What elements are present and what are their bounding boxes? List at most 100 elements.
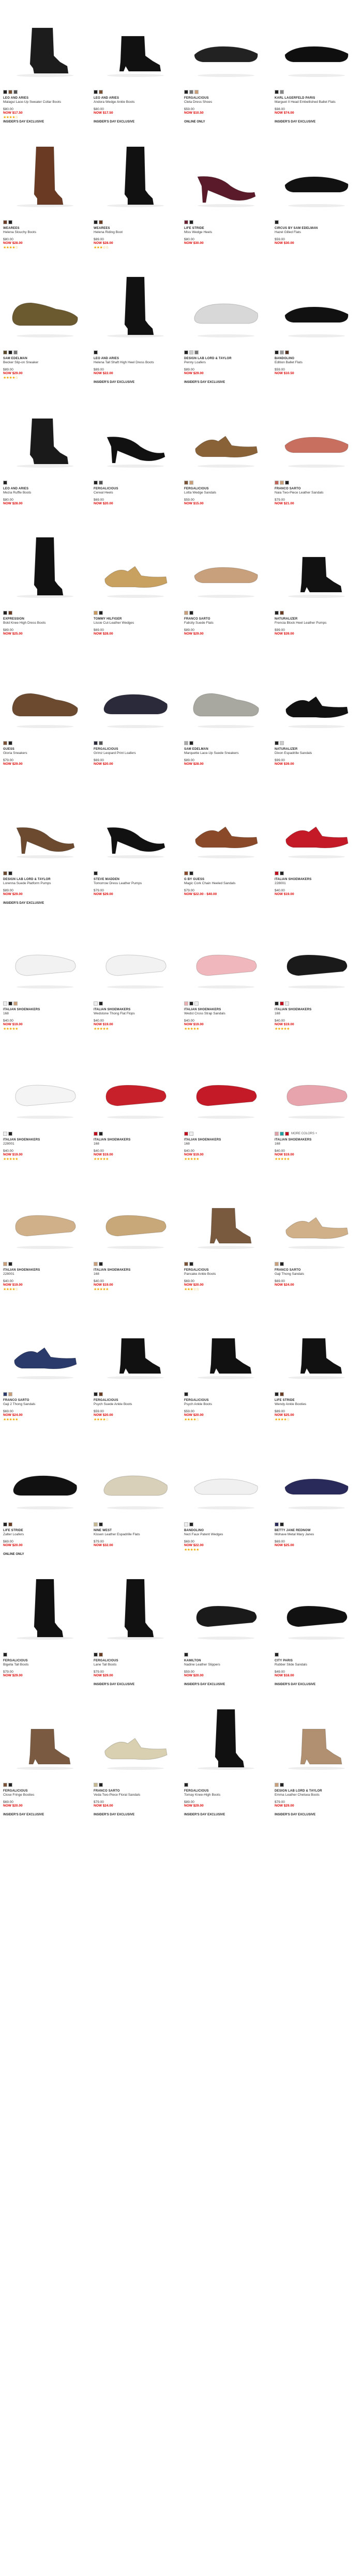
product-image[interactable] <box>3 134 87 218</box>
product-brand[interactable]: ITALIAN SHOEMAKERS <box>94 1269 178 1272</box>
color-swatch[interactable] <box>280 90 284 94</box>
product-card[interactable]: G BY GUESS Magic Cork Chain Heeled Sandal… <box>181 783 272 914</box>
product-card[interactable]: TOMMY HILFIGER Lissie Cut-Leather Wedges $… <box>90 523 181 653</box>
product-image[interactable] <box>3 916 87 999</box>
color-swatch[interactable] <box>99 1132 103 1136</box>
product-brand[interactable]: ITALIAN SHOEMAKERS <box>275 878 359 881</box>
color-swatch[interactable] <box>8 1522 12 1526</box>
product-name[interactable]: Hazel Gilled Flats <box>275 230 359 235</box>
product-card[interactable]: SAM EDELMAN Marquette Lace-Up Suede Sneak… <box>181 653 272 783</box>
product-image[interactable] <box>94 1567 177 1651</box>
product-brand[interactable]: LIFE STRIDE <box>184 227 268 230</box>
product-card[interactable]: LIFE STRIDE Wendy Ankle Booties $89.00 NOW … <box>272 1304 362 1434</box>
color-swatch[interactable] <box>94 1522 98 1526</box>
color-swatch[interactable] <box>275 741 279 745</box>
product-image[interactable] <box>94 4 177 88</box>
color-swatch[interactable] <box>94 1653 98 1657</box>
product-brand[interactable]: FRANCO SARTO <box>275 1269 359 1272</box>
product-name[interactable]: Tomay Knee-High Boots <box>184 1793 268 1797</box>
product-card[interactable]: BANDOLINO Edition Ballet Flats $59.00 NOW $… <box>272 263 362 393</box>
product-image[interactable] <box>3 1046 87 1130</box>
product-card[interactable]: FERGALICIOUS Psych Ankle Boots $59.00 NOW $… <box>181 1304 272 1434</box>
product-card[interactable]: NATURALIZER Dixon Espadrille Sandals $99.0… <box>272 653 362 783</box>
product-name[interactable]: 168 <box>275 1142 359 1146</box>
color-swatch[interactable] <box>275 1392 279 1396</box>
product-image[interactable] <box>275 395 358 479</box>
product-brand[interactable]: LEO AND ARIES <box>3 487 87 490</box>
color-swatch[interactable] <box>94 90 98 94</box>
color-swatch[interactable] <box>280 481 284 485</box>
color-swatch[interactable] <box>99 1522 103 1526</box>
product-name[interactable]: Marguet II Head Embellished Ballet Flats <box>275 100 359 104</box>
product-name[interactable]: Lissie Cut-Leather Wedges <box>94 621 178 625</box>
product-card[interactable]: LEO AND ARIES Helena Tall Shaft High Heel… <box>90 263 181 393</box>
color-swatch[interactable] <box>184 741 188 745</box>
product-image[interactable] <box>3 785 87 869</box>
color-swatch[interactable] <box>189 350 193 354</box>
color-swatch[interactable] <box>189 481 193 485</box>
product-card[interactable]: ITALIAN SHOEMAKERS 168 $40.00 NOW $19.00 ★★★… <box>181 1044 272 1174</box>
color-swatch[interactable] <box>194 1001 199 1006</box>
product-card[interactable]: ITALIAN SHOEMAKERS 228001 $40.00 NOW $19.00 <box>272 783 362 914</box>
product-name[interactable]: 168 <box>94 1272 178 1276</box>
color-swatch[interactable] <box>280 1522 284 1526</box>
product-card[interactable]: GUESS Gloria Sneakers $79.00 NOW $29.00 <box>0 653 90 783</box>
product-brand[interactable]: LIFE STRIDE <box>275 1399 359 1402</box>
product-image[interactable] <box>94 1437 177 1520</box>
color-swatch[interactable] <box>189 1001 193 1006</box>
color-swatch[interactable] <box>3 481 7 485</box>
product-brand[interactable]: ITALIAN SHOEMAKERS <box>3 1008 87 1011</box>
color-swatch[interactable] <box>99 481 103 485</box>
color-swatch[interactable] <box>8 220 12 224</box>
color-swatch[interactable] <box>3 1522 7 1526</box>
product-image[interactable] <box>94 134 177 218</box>
color-swatch[interactable] <box>285 350 289 354</box>
product-card[interactable]: BANDOLINO Nezi Faux Patent Wedges $69.00 NO… <box>181 1434 272 1565</box>
product-name[interactable]: Gaji 2 Thong Sandals <box>3 1402 87 1407</box>
product-brand[interactable]: KARL LAGERFELD PARIS <box>275 97 359 100</box>
color-swatch[interactable] <box>280 1001 284 1006</box>
product-name[interactable]: 168 <box>94 1142 178 1146</box>
product-name[interactable]: Helena Riding Boot <box>94 230 178 235</box>
color-swatch[interactable] <box>3 871 7 875</box>
product-image[interactable] <box>94 265 177 348</box>
product-image[interactable] <box>184 1046 268 1130</box>
product-name[interactable]: Andora Wedge Ankle Boots <box>94 100 178 104</box>
product-card[interactable]: ITALIAN SHOEMAKERS 228001 $40.00 NOW $19.00… <box>0 1044 90 1174</box>
color-swatch[interactable] <box>8 741 12 745</box>
color-swatch[interactable] <box>189 741 193 745</box>
product-name[interactable]: Close Fringe Booties <box>3 1793 87 1797</box>
product-card[interactable]: ITALIAN SHOEMAKERS Wedst Cross Strap Sand… <box>181 914 272 1044</box>
product-brand[interactable]: FERGALICIOUS <box>94 1659 178 1662</box>
product-brand[interactable]: TOMMY HILFIGER <box>94 618 178 621</box>
product-name[interactable]: Psych Ankle Boots <box>184 1402 268 1407</box>
product-brand[interactable]: ITALIAN SHOEMAKERS <box>184 1138 268 1142</box>
product-card[interactable]: FERGALICIOUS Lotta Wedge Sandals $59.00 NOW… <box>181 393 272 523</box>
product-brand[interactable]: FERGALICIOUS <box>184 1269 268 1272</box>
color-swatch[interactable] <box>184 871 188 875</box>
color-swatch[interactable] <box>275 1783 279 1787</box>
color-swatch[interactable] <box>189 1522 193 1526</box>
color-swatch[interactable] <box>8 1001 12 1006</box>
product-image[interactable] <box>275 4 358 88</box>
product-brand[interactable]: EXPRESSION <box>3 618 87 621</box>
color-swatch[interactable] <box>3 1001 7 1006</box>
color-swatch[interactable] <box>275 1653 279 1657</box>
product-name[interactable]: Veda Two-Piece Floral Sandals <box>94 1793 178 1797</box>
product-brand[interactable]: ITALIAN SHOEMAKERS <box>275 1138 359 1142</box>
color-swatch[interactable] <box>280 350 284 354</box>
product-name[interactable]: Mezia Ruffle Boots <box>3 491 87 495</box>
product-brand[interactable]: SAM EDELMAN <box>3 357 87 360</box>
color-swatch[interactable] <box>99 1783 103 1787</box>
product-name[interactable]: Wendy Ankle Booties <box>275 1402 359 1407</box>
product-name[interactable]: Lorenna Suede Platform Pumps <box>3 882 87 886</box>
product-card[interactable]: DESIGN LAB LORD & TAYLOR Penny Loafers $89… <box>181 263 272 393</box>
product-name[interactable]: Malagui Lace-Up Sweater Collar Boots <box>3 100 87 104</box>
product-name[interactable]: Mohave Metal Mary Janes <box>275 1533 359 1537</box>
product-card[interactable]: ITALIAN SHOEMAKERS 168 $40.00 NOW $19.00 ★★★… <box>272 914 362 1044</box>
product-card[interactable]: ITALIAN SHOEMAKERS 168 $40.00 NOW $19.00 ★★★… <box>90 1044 181 1174</box>
color-swatch[interactable] <box>8 1392 12 1396</box>
color-swatch[interactable] <box>3 611 7 615</box>
color-swatch[interactable] <box>8 611 12 615</box>
color-swatch[interactable] <box>99 611 103 615</box>
